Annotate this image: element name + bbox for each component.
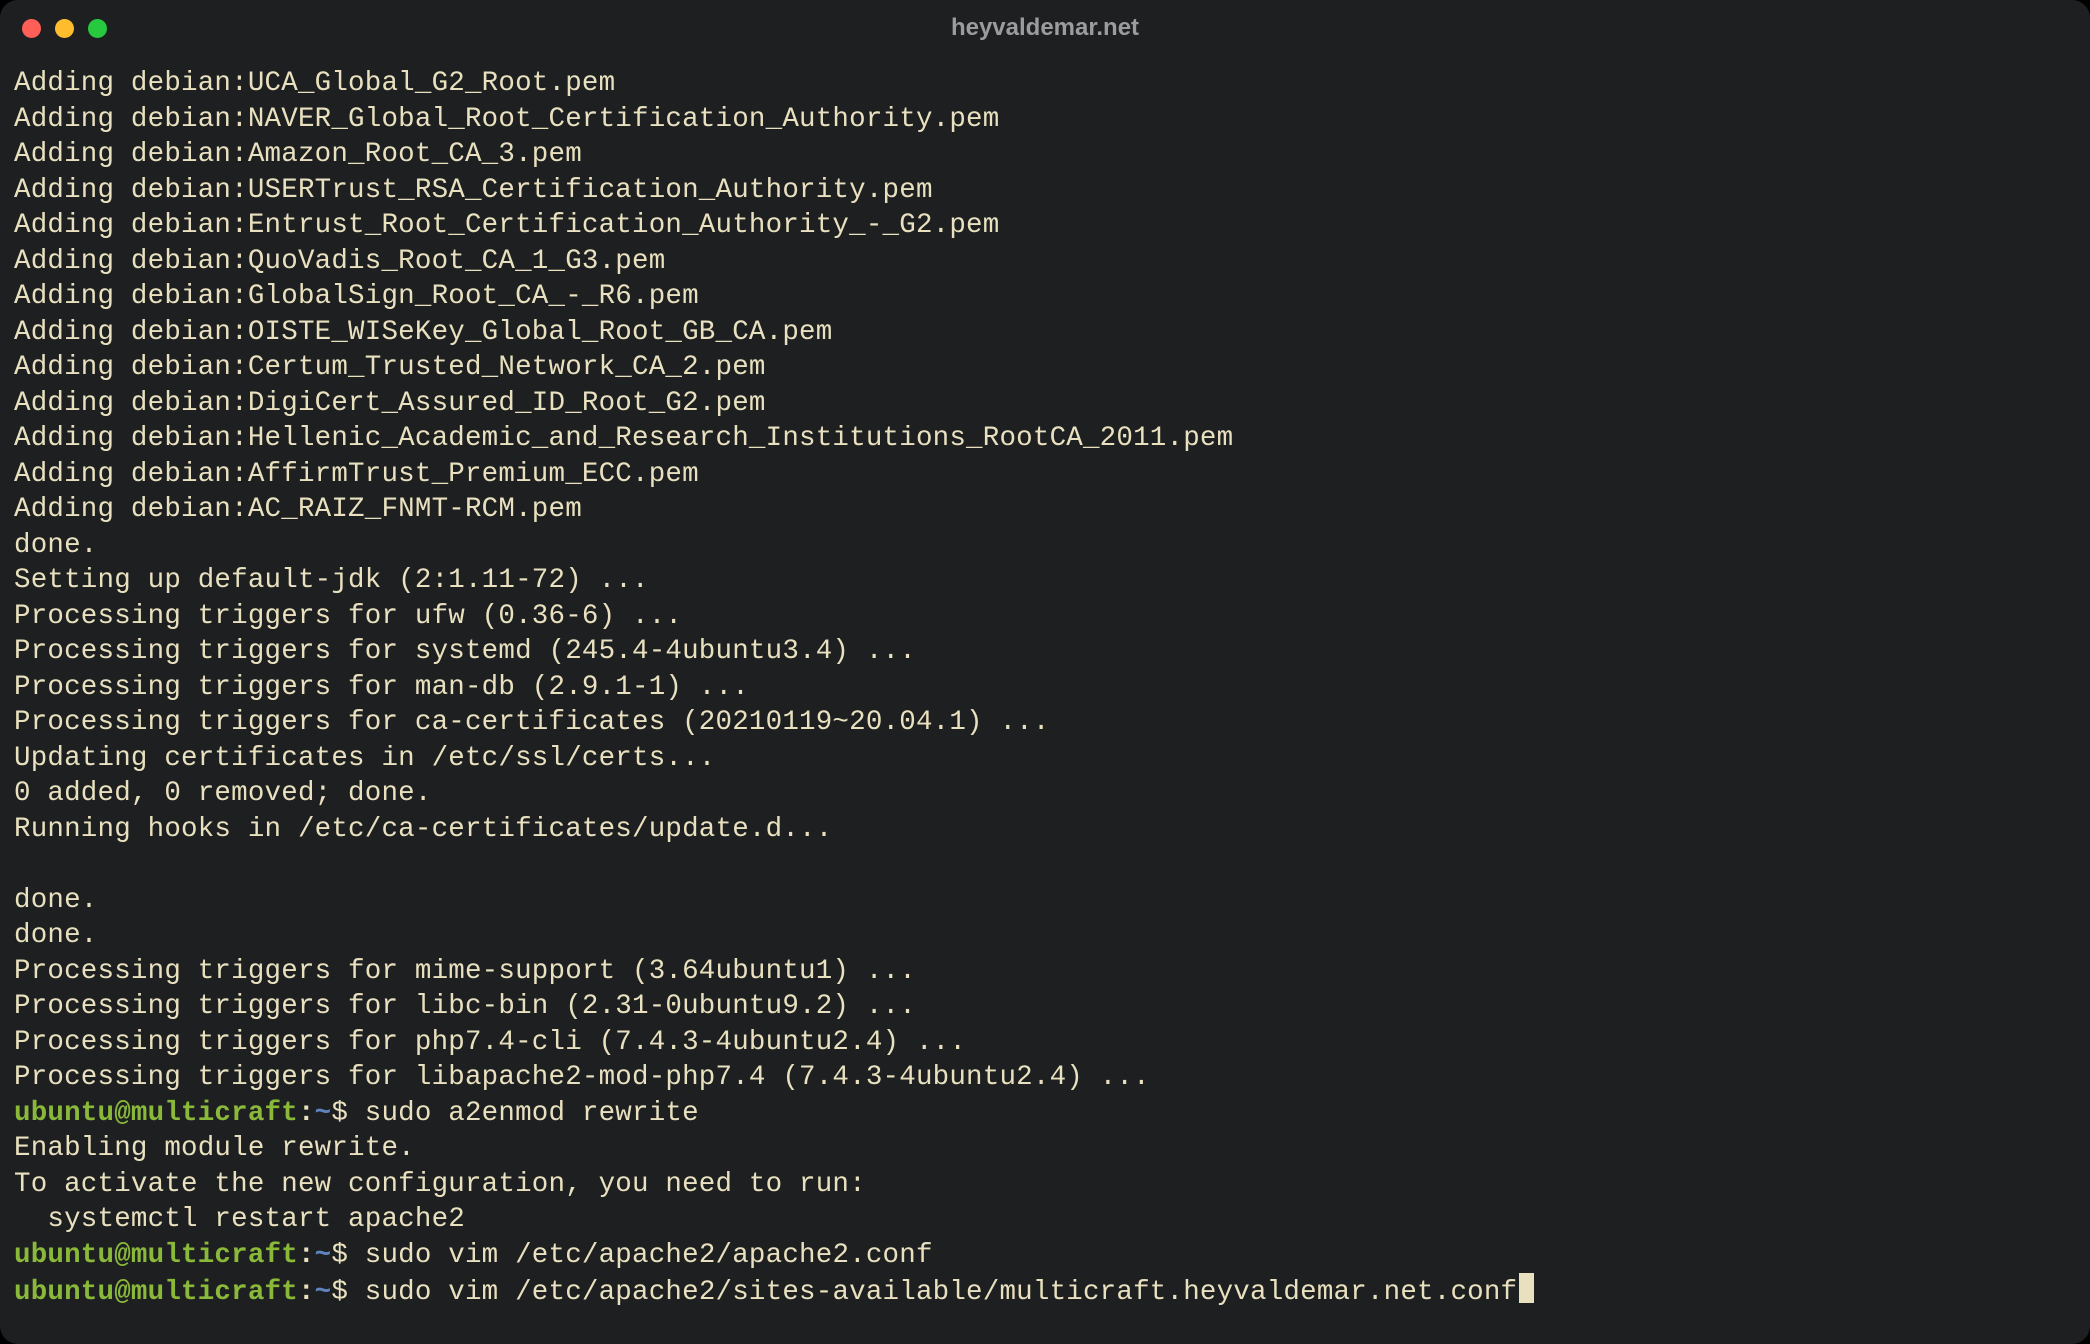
output-line: Adding debian:GlobalSign_Root_CA_-_R6.pe… bbox=[14, 279, 2076, 315]
output-line: Adding debian:UCA_Global_G2_Root.pem bbox=[14, 66, 2076, 102]
close-icon[interactable] bbox=[22, 19, 41, 38]
output-line: Adding debian:Hellenic_Academic_and_Rese… bbox=[14, 421, 2076, 457]
output-line: Adding debian:QuoVadis_Root_CA_1_G3.pem bbox=[14, 244, 2076, 280]
output-line: Processing triggers for libc-bin (2.31-0… bbox=[14, 989, 2076, 1025]
command-text: sudo vim /etc/apache2/sites-available/mu… bbox=[365, 1277, 1518, 1308]
terminal-window: heyvaldemar.net Adding debian:UCA_Global… bbox=[0, 0, 2090, 1344]
output-line: 0 added, 0 removed; done. bbox=[14, 776, 2076, 812]
prompt-line: ubuntu@multicraft:~$ sudo a2enmod rewrit… bbox=[14, 1096, 2076, 1132]
output-line: systemctl restart apache2 bbox=[14, 1202, 2076, 1238]
prompt-dollar: $ bbox=[331, 1240, 364, 1271]
prompt-separator: : bbox=[298, 1240, 315, 1271]
prompt-dollar: $ bbox=[331, 1277, 364, 1308]
prompt-line: ubuntu@multicraft:~$ sudo vim /etc/apach… bbox=[14, 1273, 2076, 1311]
output-line: Adding debian:DigiCert_Assured_ID_Root_G… bbox=[14, 386, 2076, 422]
zoom-icon[interactable] bbox=[88, 19, 107, 38]
window-title: heyvaldemar.net bbox=[0, 14, 2090, 42]
output-line: Adding debian:Amazon_Root_CA_3.pem bbox=[14, 137, 2076, 173]
output-line: Processing triggers for ufw (0.36-6) ... bbox=[14, 599, 2076, 635]
output-line: Adding debian:Certum_Trusted_Network_CA_… bbox=[14, 350, 2076, 386]
prompt-path: ~ bbox=[315, 1277, 332, 1308]
output-line: done. bbox=[14, 918, 2076, 954]
output-line: Processing triggers for ca-certificates … bbox=[14, 705, 2076, 741]
prompt-user: ubuntu@multicraft bbox=[14, 1277, 298, 1308]
titlebar: heyvaldemar.net bbox=[0, 0, 2090, 56]
output-line bbox=[14, 847, 2076, 883]
cursor bbox=[1519, 1273, 1534, 1303]
output-line: Adding debian:AffirmTrust_Premium_ECC.pe… bbox=[14, 457, 2076, 493]
prompt-user: ubuntu@multicraft bbox=[14, 1098, 298, 1129]
output-line: Processing triggers for systemd (245.4-4… bbox=[14, 634, 2076, 670]
terminal-body[interactable]: Adding debian:UCA_Global_G2_Root.pemAddi… bbox=[0, 56, 2090, 1325]
prompt-dollar: $ bbox=[331, 1098, 364, 1129]
output-line: Processing triggers for php7.4-cli (7.4.… bbox=[14, 1025, 2076, 1061]
command-text: sudo vim /etc/apache2/apache2.conf bbox=[365, 1240, 933, 1271]
output-line: To activate the new configuration, you n… bbox=[14, 1167, 2076, 1203]
output-line: Running hooks in /etc/ca-certificates/up… bbox=[14, 812, 2076, 848]
prompt-line: ubuntu@multicraft:~$ sudo vim /etc/apach… bbox=[14, 1238, 2076, 1274]
command-text: sudo a2enmod rewrite bbox=[365, 1098, 699, 1129]
output-line: done. bbox=[14, 883, 2076, 919]
output-line: Processing triggers for libapache2-mod-p… bbox=[14, 1060, 2076, 1096]
output-line: Adding debian:USERTrust_RSA_Certificatio… bbox=[14, 173, 2076, 209]
output-line: Processing triggers for man-db (2.9.1-1)… bbox=[14, 670, 2076, 706]
traffic-lights bbox=[22, 19, 107, 38]
output-line: Adding debian:Entrust_Root_Certification… bbox=[14, 208, 2076, 244]
output-line: Updating certificates in /etc/ssl/certs.… bbox=[14, 741, 2076, 777]
output-line: Setting up default-jdk (2:1.11-72) ... bbox=[14, 563, 2076, 599]
prompt-separator: : bbox=[298, 1277, 315, 1308]
prompt-path: ~ bbox=[315, 1098, 332, 1129]
output-line: Enabling module rewrite. bbox=[14, 1131, 2076, 1167]
prompt-path: ~ bbox=[315, 1240, 332, 1271]
output-line: Adding debian:AC_RAIZ_FNMT-RCM.pem bbox=[14, 492, 2076, 528]
prompt-user: ubuntu@multicraft bbox=[14, 1240, 298, 1271]
output-line: done. bbox=[14, 528, 2076, 564]
prompt-separator: : bbox=[298, 1098, 315, 1129]
output-line: Adding debian:NAVER_Global_Root_Certific… bbox=[14, 102, 2076, 138]
minimize-icon[interactable] bbox=[55, 19, 74, 38]
output-line: Adding debian:OISTE_WISeKey_Global_Root_… bbox=[14, 315, 2076, 351]
output-line: Processing triggers for mime-support (3.… bbox=[14, 954, 2076, 990]
